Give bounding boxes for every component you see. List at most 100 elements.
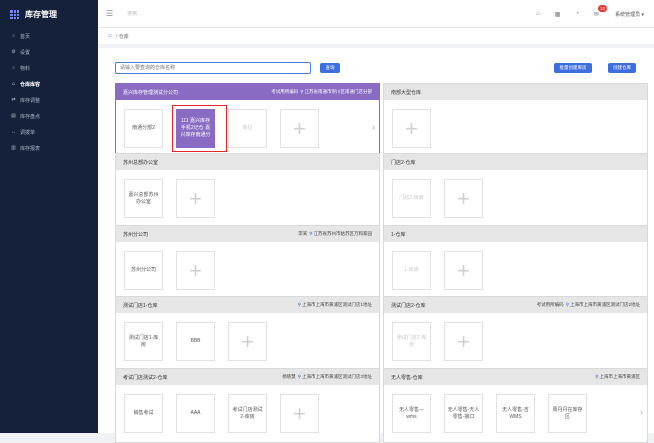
topbar: ☰ 搜索... ⌂ ▦ ◔ ✉ 10 系统管理员 ▾	[98, 0, 654, 28]
global-search[interactable]: 搜索...	[127, 10, 141, 17]
warehouse-card[interactable]: 无人零售-仓库 ⚲上海市上海市黄浦区无人零售---wms 无人零售-无人零售-接口无…	[383, 368, 648, 443]
storage-room-cell[interactable]: 测试门店2-库房	[392, 322, 431, 361]
warehouse-body: 嘉兴总部苏州办公室 +	[116, 170, 379, 227]
add-room-icon[interactable]: +	[176, 251, 215, 290]
warehouse-card[interactable]: 1-仓库 1-库房 +	[383, 225, 648, 300]
storage-room-cell[interactable]: 库位	[228, 109, 267, 148]
warehouse-address: 上海市上海市黄浦区测试门店2地址	[301, 374, 372, 379]
app-logo: 库存管理	[0, 0, 98, 28]
storage-room-cell[interactable]: 门店2-库房	[392, 179, 431, 218]
warehouse-header: 考试门店测试2-仓库 杨晓慧 ⚲上海市上海市黄浦区测试门店2地址	[116, 369, 379, 385]
warehouse-header: 苏州分公司 李某 ⚲江苏省苏州市姑苏区万和家园	[116, 226, 379, 242]
menu-toggle-icon[interactable]: ☰	[106, 9, 113, 18]
create-warehouse-button[interactable]: 创建仓库	[608, 63, 636, 73]
warehouse-card[interactable]: 测试门店1-仓库 ⚲上海市上海市黄浦区测试门店1地址 测试门店1-库房 BBB +	[115, 296, 380, 371]
storage-room-cell[interactable]: 1-库房	[392, 251, 431, 290]
add-room-icon[interactable]: +	[176, 179, 215, 218]
warehouse-card[interactable]: 苏州分公司 李某 ⚲江苏省苏州市姑苏区万和家园苏州分公司 +	[115, 225, 380, 300]
warehouse-info: ⚲上海市上海市黄浦区	[593, 374, 640, 380]
warehouse-card[interactable]: 南部大型仓库 +	[383, 83, 648, 158]
warehouse-name: 嘉兴库存管理测试分公司	[123, 89, 179, 96]
breadcrumb-current: 仓库	[118, 33, 129, 40]
sidebar-item-label: 仓库库容	[20, 81, 41, 88]
main-content: 查询 批量创建库房 创建仓库 嘉兴库存管理测试分公司 考试用所编码⚲江苏省南通市崇…	[98, 48, 654, 443]
warehouse-body: 测试门店1-库房 BBB +	[116, 313, 379, 370]
add-room-icon[interactable]: +	[392, 109, 431, 148]
sidebar-item-3[interactable]: ⌂ 仓库库容	[0, 76, 98, 92]
warehouse-card[interactable]: 测试门店2-仓库 考试用所编码 ⚲上海市上海市黄浦区测试门店2地址测试门店2-库房 +	[383, 296, 648, 371]
sidebar-item-5[interactable]: ▤ 库存盘点	[0, 108, 98, 124]
warehouse-body: +	[384, 100, 647, 157]
warehouse-contact: 考试用所编码	[536, 302, 564, 307]
storage-room-cell[interactable]: 苏州分公司	[124, 251, 163, 290]
storage-room-cell[interactable]: 周丹丹在库存区	[548, 394, 587, 433]
home-icon[interactable]: ⌂	[108, 33, 112, 39]
storage-room-cell[interactable]: 考试门店测试2-库房	[228, 394, 267, 433]
add-room-icon[interactable]: +	[228, 322, 267, 361]
warehouse-name: 测试门店1-仓库	[123, 302, 158, 309]
circle-icon: ○	[11, 65, 16, 71]
warehouse-address: 上海市上海市黄浦区测试门店2地址	[569, 302, 640, 307]
bell-icon[interactable]: ◔	[575, 11, 579, 17]
warehouse-body: 门店2-库房 +	[384, 170, 647, 227]
warehouse-header: 门店2-仓库	[384, 154, 647, 170]
storage-room-cell[interactable]: AAA	[176, 394, 215, 433]
warehouse-card[interactable]: 嘉兴库存管理测试分公司 考试用所编码 ⚲江苏省南通市崇川区南通门店分部 南通分部2 11…	[115, 83, 380, 158]
app-title: 库存管理	[25, 9, 57, 19]
sidebar-item-7[interactable]: ▥ 库存报表	[0, 140, 98, 156]
warehouse-header: 无人零售-仓库 ⚲上海市上海市黄浦区	[384, 369, 647, 385]
warehouse-name: 苏州总部办公室	[123, 159, 159, 166]
storage-room-cell[interactable]: 嘉兴总部苏州办公室	[124, 179, 163, 218]
sidebar-item-4[interactable]: ⇄ 库存调整	[0, 92, 98, 108]
sidebar-item-6[interactable]: ↔ 调拨单	[0, 124, 98, 140]
warehouse-search-input[interactable]	[115, 62, 311, 74]
storage-room-cell[interactable]: BBB	[176, 322, 215, 361]
doc-icon: ▤	[11, 113, 16, 119]
chevron-right-icon[interactable]: ›	[640, 407, 643, 417]
storage-room-cell[interactable]: 测试门店1-库房	[124, 322, 163, 361]
warehouse-contact: 杨晓慧	[282, 374, 296, 379]
add-room-icon[interactable]: +	[444, 251, 483, 290]
add-room-icon[interactable]: +	[444, 322, 483, 361]
warehouse-address: 江苏省苏州市姑苏区万和家园	[313, 231, 373, 236]
location-pin-icon: ⚲	[565, 302, 569, 307]
storage-room-cell[interactable]: 南通分部2	[124, 109, 163, 148]
storage-room-cell[interactable]: 无人零售---wms	[392, 394, 431, 433]
warehouse-name: 1-仓库	[391, 231, 406, 238]
highlight-box	[172, 105, 227, 152]
warehouse-info: 杨晓慧 ⚲上海市上海市黄浦区测试门店2地址	[282, 374, 372, 380]
add-room-icon[interactable]: +	[444, 179, 483, 218]
chevron-right-icon[interactable]: ›	[372, 122, 375, 132]
warehouse-header: 测试门店1-仓库 ⚲上海市上海市黄浦区测试门店1地址	[116, 297, 379, 313]
sidebar-item-1[interactable]: ⚙ 设置	[0, 44, 98, 60]
sidebar-item-label: 首页	[20, 33, 31, 40]
storage-room-cell[interactable]: 销售考试	[124, 394, 163, 433]
warehouse-header: 测试门店2-仓库 考试用所编码 ⚲上海市上海市黄浦区测试门店2地址	[384, 297, 647, 313]
transfer-icon: ↔	[11, 129, 16, 135]
adjust-icon: ⇄	[11, 97, 16, 103]
home-icon[interactable]: ⌂	[536, 11, 540, 17]
storage-room-cell[interactable]: 无人零售-无人零售-接口	[444, 394, 483, 433]
warehouse-card[interactable]: 苏州总部办公室嘉兴总部苏州办公室 +	[115, 153, 380, 228]
user-menu[interactable]: 系统管理员 ▾	[615, 11, 644, 18]
message-icon[interactable]: ✉ 10	[594, 4, 608, 18]
warehouse-body: 1-库房 +	[384, 242, 647, 299]
warehouse-address: 上海市上海市黄浦区	[599, 374, 641, 379]
add-room-icon[interactable]: +	[280, 394, 319, 433]
location-pin-icon: ⚲	[297, 302, 301, 307]
sidebar-item-2[interactable]: ○ 物料	[0, 60, 98, 76]
circle-icon: ○	[11, 33, 16, 39]
add-room-icon[interactable]: +	[280, 109, 319, 148]
sidebar: 库存管理 ○ 首页 ⚙ 设置 ○ 物料 ⌂ 仓库库容 ⇄ 库存调整 ▤ 库存盘点 ↔ 调拨单 ▥ 库存报表	[0, 0, 98, 433]
warehouse-info: 考试用所编码 ⚲江苏省南通市崇川区南通门店分部	[271, 89, 372, 95]
sidebar-item-0[interactable]: ○ 首页	[0, 28, 98, 44]
search-button[interactable]: 查询	[320, 63, 340, 73]
grid-menu-icon[interactable]: ▦	[555, 11, 561, 18]
storage-room-cell[interactable]: 无人零售-吉WMS	[496, 394, 535, 433]
warehouse-card[interactable]: 门店2-仓库门店2-库房 +	[383, 153, 648, 228]
warehouse-contact: 考试用所编码	[271, 89, 299, 94]
warehouse-header: 嘉兴库存管理测试分公司 考试用所编码 ⚲江苏省南通市崇川区南通门店分部	[116, 84, 379, 100]
batch-create-button[interactable]: 批量创建库房	[554, 63, 592, 73]
warehouse-icon: ⌂	[11, 81, 16, 87]
warehouse-card[interactable]: 考试门店测试2-仓库 杨晓慧 ⚲上海市上海市黄浦区测试门店2地址销售考试 AAA 考试门…	[115, 368, 380, 443]
